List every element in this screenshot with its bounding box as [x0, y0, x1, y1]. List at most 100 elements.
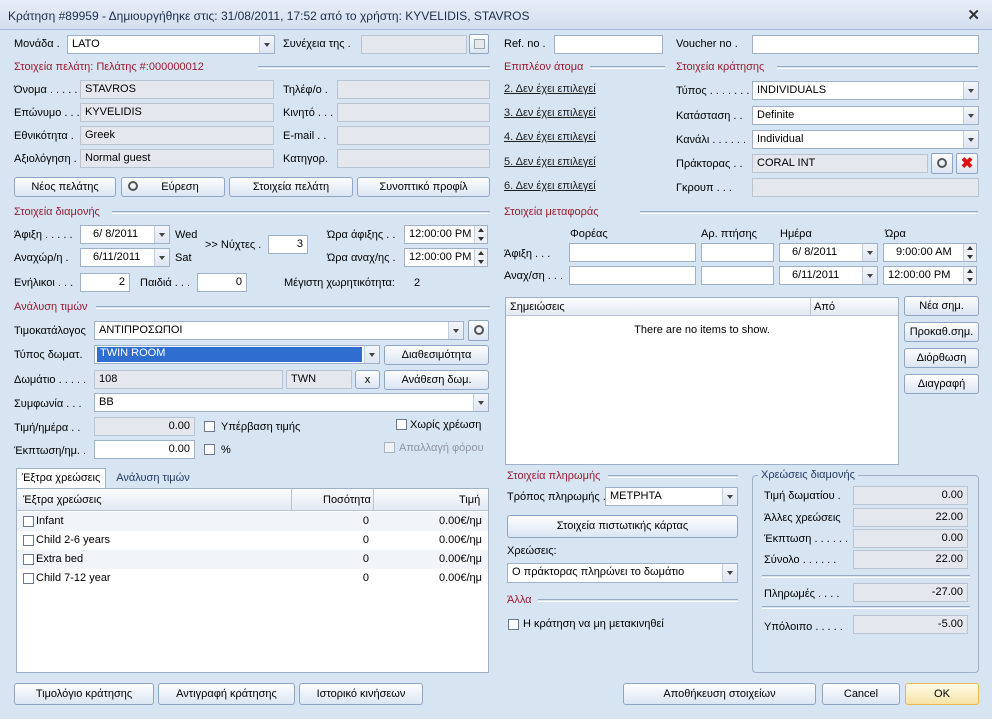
pricelist-search-button[interactable] — [468, 320, 489, 341]
client-details-button[interactable]: Στοιχεία πελάτη — [229, 177, 353, 197]
spinner-icon[interactable] — [474, 249, 487, 266]
transport-arrival-time[interactable]: 9:00:00 AM — [883, 243, 977, 262]
departure-carrier-input[interactable] — [569, 266, 696, 285]
agent-field[interactable]: CORAL INT — [752, 154, 928, 173]
chevron-down-icon[interactable] — [364, 346, 379, 363]
extra-person-2-link[interactable]: 2. Δεν έχει επιλεγεί — [504, 83, 596, 95]
row-checkbox[interactable] — [23, 573, 34, 584]
roomtype-select[interactable]: TWIN ROOM — [94, 345, 380, 364]
payment-method-select[interactable]: ΜΕΤΡΗΤΑ — [605, 487, 738, 506]
ok-button[interactable]: OK — [905, 683, 979, 705]
adults-input[interactable]: 2 — [80, 273, 130, 292]
arrival-date-picker[interactable]: 6/ 8/2011 — [80, 225, 170, 244]
first-name-field[interactable]: STAVROS — [80, 80, 274, 99]
agent-clear-button[interactable]: ✖ — [956, 153, 978, 174]
credit-card-button[interactable]: Στοιχεία πιστωτικής κάρτας — [507, 515, 738, 538]
table-row[interactable]: Child 2-6 years 0 0.00€/ημ — [17, 531, 488, 550]
table-row[interactable]: Infant 0 0.00€/ημ — [17, 512, 488, 531]
chevron-down-icon[interactable] — [963, 131, 978, 148]
extra-person-3-link[interactable]: 3. Δεν έχει επιλεγεί — [504, 107, 596, 119]
chevron-down-icon[interactable] — [722, 488, 737, 505]
pricelist-select[interactable]: ΑΝΤΙΠΡΟΣΩΠΟΙ — [94, 321, 464, 340]
chevron-down-icon[interactable] — [473, 394, 488, 411]
board-select[interactable]: BB — [94, 393, 489, 412]
departure-date-picker[interactable]: 6/11/2011 — [80, 248, 170, 267]
new-note-button[interactable]: Νέα σημ. — [904, 296, 979, 316]
tab-extra-charges[interactable]: Έξτρα χρεώσεις — [16, 468, 106, 488]
chevron-down-icon[interactable] — [154, 226, 169, 243]
rating-field[interactable]: Normal guest — [80, 149, 274, 168]
chevron-down-icon[interactable] — [963, 82, 978, 99]
chevron-down-icon[interactable] — [259, 36, 274, 53]
spinner-icon[interactable] — [963, 244, 976, 261]
tax-free-checkbox[interactable] — [384, 442, 395, 453]
delete-note-button[interactable]: Διαγραφή — [904, 374, 979, 394]
last-name-field[interactable]: KYVELIDIS — [80, 103, 274, 122]
save-button[interactable]: Αποθήκευση στοιχείων — [623, 683, 816, 705]
extra-person-5-link[interactable]: 5. Δεν έχει επιλεγεί — [504, 156, 596, 168]
channel-select[interactable]: Individual — [752, 130, 979, 149]
tab-rate-analysis[interactable]: Ανάλυση τιμών — [108, 470, 198, 488]
discount-input[interactable]: 0.00 — [94, 440, 195, 459]
status-select[interactable]: Definite — [752, 106, 979, 125]
chevron-down-icon[interactable] — [862, 267, 877, 284]
synexeia-field[interactable] — [361, 35, 467, 54]
arrival-time-input[interactable]: 12:00:00 PM — [404, 225, 488, 244]
close-icon[interactable]: ✕ — [967, 6, 980, 24]
copy-booking-button[interactable]: Αντιγραφή κράτησης — [158, 683, 295, 705]
nationality-field[interactable]: Greek — [80, 126, 274, 145]
ref-input[interactable] — [554, 35, 663, 54]
table-row[interactable]: Extra bed 0 0.00€/ημ — [17, 550, 488, 569]
room-code-field[interactable]: TWN — [286, 370, 352, 389]
spinner-icon[interactable] — [963, 267, 976, 284]
extra-person-4-link[interactable]: 4. Δεν έχει επιλεγεί — [504, 131, 596, 143]
notes-list[interactable]: Σημειώσεις Από There are no items to sho… — [505, 297, 899, 465]
arrival-carrier-input[interactable] — [569, 243, 696, 262]
email-field[interactable] — [337, 126, 490, 145]
charges-select[interactable]: Ο πράκτορας πληρώνει το δωμάτιο — [507, 563, 738, 583]
client-profile-button[interactable]: Συνοπτικό προφίλ — [357, 177, 490, 197]
chevron-down-icon[interactable] — [963, 107, 978, 124]
availability-button[interactable]: Διαθεσιμότητα — [384, 345, 489, 365]
new-client-button[interactable]: Νέος πελάτης — [14, 177, 116, 197]
category-field[interactable] — [337, 149, 490, 168]
departure-time-input[interactable]: 12:00:00 PM — [404, 248, 488, 267]
assign-room-button[interactable]: Ανάθεση δωμ. — [384, 370, 489, 390]
agent-search-button[interactable] — [931, 153, 953, 174]
transport-departure-time[interactable]: 12:00:00 PM — [883, 266, 977, 285]
cancel-button[interactable]: Cancel — [822, 683, 900, 705]
chevron-down-icon[interactable] — [154, 249, 169, 266]
history-button[interactable]: Ιστορικό κινήσεων — [299, 683, 423, 705]
monada-select[interactable]: LATO — [67, 35, 275, 54]
chevron-down-icon[interactable] — [862, 244, 877, 261]
clear-room-button[interactable]: x — [355, 370, 380, 389]
nights-input[interactable]: 3 — [268, 235, 308, 254]
room-field[interactable]: 108 — [94, 370, 283, 389]
extras-grid[interactable]: Έξτρα χρεώσεις Ποσότητα Τιμή Infant 0 0.… — [16, 488, 489, 673]
extra-person-6-link[interactable]: 6. Δεν έχει επιλεγεί — [504, 180, 596, 192]
chevron-down-icon[interactable] — [448, 322, 463, 339]
lookup-button[interactable] — [469, 34, 489, 54]
edit-note-button[interactable]: Διόρθωση — [904, 348, 979, 368]
row-checkbox[interactable] — [23, 554, 34, 565]
departure-flight-input[interactable] — [701, 266, 774, 285]
chevron-down-icon[interactable] — [722, 564, 737, 582]
mobile-field[interactable] — [337, 103, 490, 122]
no-charge-checkbox[interactable] — [396, 419, 407, 430]
override-checkbox[interactable] — [204, 421, 215, 432]
voucher-input[interactable] — [752, 35, 979, 54]
table-row[interactable]: Child 7-12 year 0 0.00€/ημ — [17, 569, 488, 588]
row-checkbox[interactable] — [23, 535, 34, 546]
row-checkbox[interactable] — [23, 516, 34, 527]
transport-departure-date[interactable]: 6/11/2011 — [779, 266, 878, 285]
arrival-flight-input[interactable] — [701, 243, 774, 262]
spinner-icon[interactable] — [474, 226, 487, 243]
preset-note-button[interactable]: Προκαθ.σημ. — [904, 322, 979, 342]
children-input[interactable]: 0 — [197, 273, 247, 292]
percent-checkbox[interactable] — [204, 444, 215, 455]
invoice-button[interactable]: Τιμολόγιο κράτησης — [14, 683, 154, 705]
transport-arrival-date[interactable]: 6/ 8/2011 — [779, 243, 878, 262]
type-select[interactable]: INDIVIDUALS — [752, 81, 979, 100]
lock-booking-checkbox[interactable] — [508, 619, 519, 630]
price-field[interactable]: 0.00 — [94, 417, 195, 436]
